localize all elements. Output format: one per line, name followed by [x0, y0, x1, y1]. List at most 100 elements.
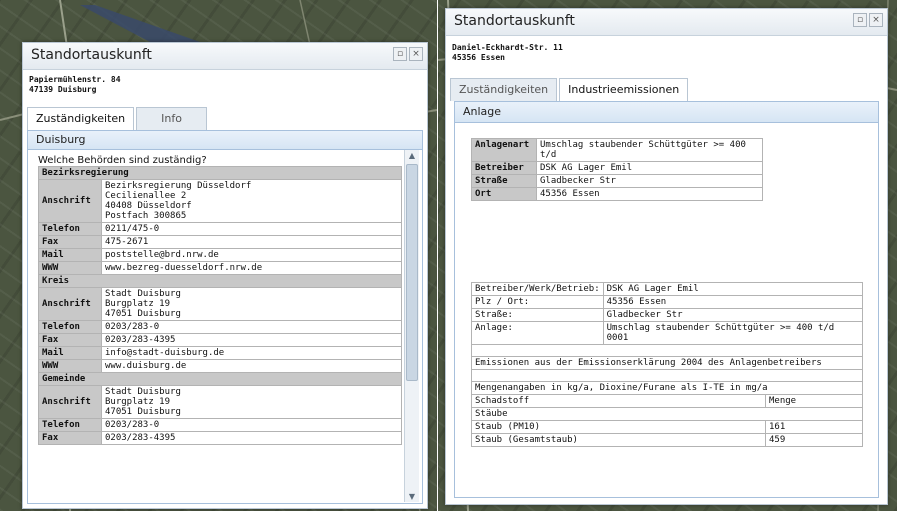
substance-cell: Staub (Gesamtstaub) — [471, 433, 766, 447]
field-label: Betreiber/Werk/Betrieb: — [471, 282, 604, 296]
field-value: Bezirksregierung Düsseldorf Cecilienalle… — [101, 179, 402, 223]
table-row: Staub (Gesamtstaub) 459 — [471, 433, 863, 447]
facility-summary-table: Anlagenart Umschlag staubender Schüttgüte… — [471, 138, 763, 201]
field-label: Straße — [471, 174, 537, 188]
field-value[interactable]: www.duisburg.de — [101, 359, 402, 373]
field-value: Stadt Duisburg Burgplatz 19 47051 Duisbu… — [101, 385, 402, 419]
table-row: Anschrift Stadt Duisburg Burgplatz 19 470… — [38, 385, 402, 419]
field-value: Gladbecker Str — [536, 174, 763, 188]
field-value[interactable]: www.bezreg-duesseldorf.nrw.de — [101, 261, 402, 275]
table-row: Fax 0203/283-4395 — [38, 333, 402, 347]
field-label: WWW — [38, 261, 102, 275]
field-label: Anlage: — [471, 321, 604, 345]
location-info-window-left: Standortauskunft ▫ × Papiermühlenstr. 84… — [22, 42, 428, 509]
table-row: WWW www.bezreg-duesseldorf.nrw.de — [38, 261, 402, 275]
field-label: Straße: — [471, 308, 604, 322]
units-note: Mengenangaben in kg/a, Dioxine/Furane al… — [471, 381, 863, 395]
emissions-group: Stäube — [471, 407, 863, 421]
field-label: Mail — [38, 346, 102, 360]
substance-header: Schadstoff — [471, 394, 766, 408]
table-row: Telefon 0211/475-0 — [38, 222, 402, 236]
window-titlebar[interactable]: Standortauskunft ▫ × — [23, 43, 427, 70]
emissions-group-row: Stäube — [471, 407, 863, 421]
field-label: Mail — [38, 248, 102, 262]
field-label: Anlagenart — [471, 138, 537, 162]
window-titlebar[interactable]: Standortauskunft ▫ × — [446, 9, 887, 36]
field-label: Telefon — [38, 222, 102, 236]
table-row: Ort 45356 Essen — [471, 187, 763, 201]
field-value: Umschlag staubender Schüttgüter >= 400 t… — [536, 138, 763, 162]
address-street: Papiermühlenstr. 84 — [29, 75, 121, 84]
vertical-scrollbar[interactable]: ▲ ▼ — [404, 150, 419, 502]
close-icon[interactable]: × — [409, 47, 423, 61]
group-title: Bezirksregierung — [38, 166, 402, 180]
pin-icon[interactable]: ▫ — [393, 47, 407, 61]
tab-industrieemissionen[interactable]: Industrieemissionen — [559, 78, 689, 102]
emissions-panel: Anlage Anlagenart Umschlag staubender Sch… — [454, 101, 879, 498]
location-address: Daniel-Eckhardt-Str. 11 45356 Essen — [452, 43, 563, 63]
tab-bar: Zuständigkeiten Info — [27, 107, 209, 131]
field-value: 0203/283-0 — [101, 320, 402, 334]
table-row: Telefon 0203/283-0 — [38, 418, 402, 432]
field-label: Fax — [38, 333, 102, 347]
field-label: Fax — [38, 431, 102, 445]
field-label: Anschrift — [38, 179, 102, 223]
tab-bar: Zuständigkeiten Industrieemissionen — [450, 78, 690, 102]
amount-cell: 161 — [765, 420, 863, 434]
table-row: Straße: Gladbecker Str — [471, 308, 864, 322]
scroll-up-icon[interactable]: ▲ — [405, 151, 419, 160]
group-header-row: Kreis — [38, 274, 402, 288]
authorities-content: Welche Behörden sind zuständig? Bezirksr… — [38, 155, 404, 501]
emissions-note: Emissionen aus der Emissionserklärung 20… — [471, 356, 863, 370]
facility-details-table: Betreiber/Werk/Betrieb: DSK AG Lager Emil… — [471, 282, 864, 447]
scrollbar-thumb[interactable] — [406, 164, 418, 381]
group-title: Gemeinde — [38, 372, 402, 386]
tab-zustaendigkeiten[interactable]: Zuständigkeiten — [27, 107, 135, 131]
field-value: DSK AG Lager Emil — [536, 161, 763, 175]
table-row: Telefon 0203/283-0 — [38, 320, 402, 334]
scroll-down-icon[interactable]: ▼ — [405, 492, 419, 501]
close-icon[interactable]: × — [869, 13, 883, 27]
field-value: Gladbecker Str — [602, 308, 864, 322]
field-value: Stadt Duisburg Burgplatz 19 47051 Duisbu… — [101, 287, 402, 321]
address-city: 47139 Duisburg — [29, 85, 97, 94]
pin-icon[interactable]: ▫ — [853, 13, 867, 27]
authorities-table: Bezirksregierung Anschrift Bezirksregierun… — [38, 166, 402, 445]
empty-cell — [471, 344, 863, 357]
group-header-row: Gemeinde — [38, 372, 402, 386]
table-row: Staub (PM10) 161 — [471, 420, 863, 434]
field-value: 45356 Essen — [602, 295, 864, 309]
field-label: Fax — [38, 235, 102, 249]
field-label: Telefon — [38, 320, 102, 334]
field-value: 0203/283-0 — [101, 418, 402, 432]
field-value[interactable]: poststelle@brd.nrw.de — [101, 248, 402, 262]
table-row: Anlagenart Umschlag staubender Schüttgüte… — [471, 138, 763, 162]
address-street: Daniel-Eckhardt-Str. 11 — [452, 43, 563, 52]
tab-info[interactable]: Info — [136, 107, 207, 130]
substance-cell: Staub (PM10) — [471, 420, 766, 434]
field-value: 0203/283-4395 — [101, 333, 402, 347]
table-row: Mail poststelle@brd.nrw.de — [38, 248, 402, 262]
address-city: 45356 Essen — [452, 53, 505, 62]
location-info-window-right: Standortauskunft ▫ × Daniel-Eckhardt-Str… — [445, 8, 888, 505]
field-value: 45356 Essen — [536, 187, 763, 201]
field-value: 0211/475-0 — [101, 222, 402, 236]
field-value: Umschlag staubender Schüttgüter >= 400 t… — [602, 321, 864, 345]
window-title: Standortauskunft — [31, 47, 152, 63]
question-text: Welche Behörden sind zuständig? — [38, 155, 207, 166]
field-label: WWW — [38, 359, 102, 373]
field-label: Anschrift — [38, 385, 102, 419]
field-label: Plz / Ort: — [471, 295, 604, 309]
tab-zustaendigkeiten[interactable]: Zuständigkeiten — [450, 78, 558, 101]
field-label: Telefon — [38, 418, 102, 432]
location-address: Papiermühlenstr. 84 47139 Duisburg — [29, 75, 121, 95]
table-row: Betreiber DSK AG Lager Emil — [471, 161, 763, 175]
section-title: Duisburg — [28, 131, 422, 150]
emissions-header-row: Schadstoff Menge — [471, 394, 863, 408]
field-value: 0203/283-4395 — [101, 431, 402, 445]
amount-cell: 459 — [765, 433, 863, 447]
empty-cell — [471, 369, 863, 382]
responsibilities-panel: Duisburg Welche Behörden sind zuständig?… — [27, 130, 423, 504]
field-value[interactable]: info@stadt-duisburg.de — [101, 346, 402, 360]
field-value: DSK AG Lager Emil — [602, 282, 864, 296]
